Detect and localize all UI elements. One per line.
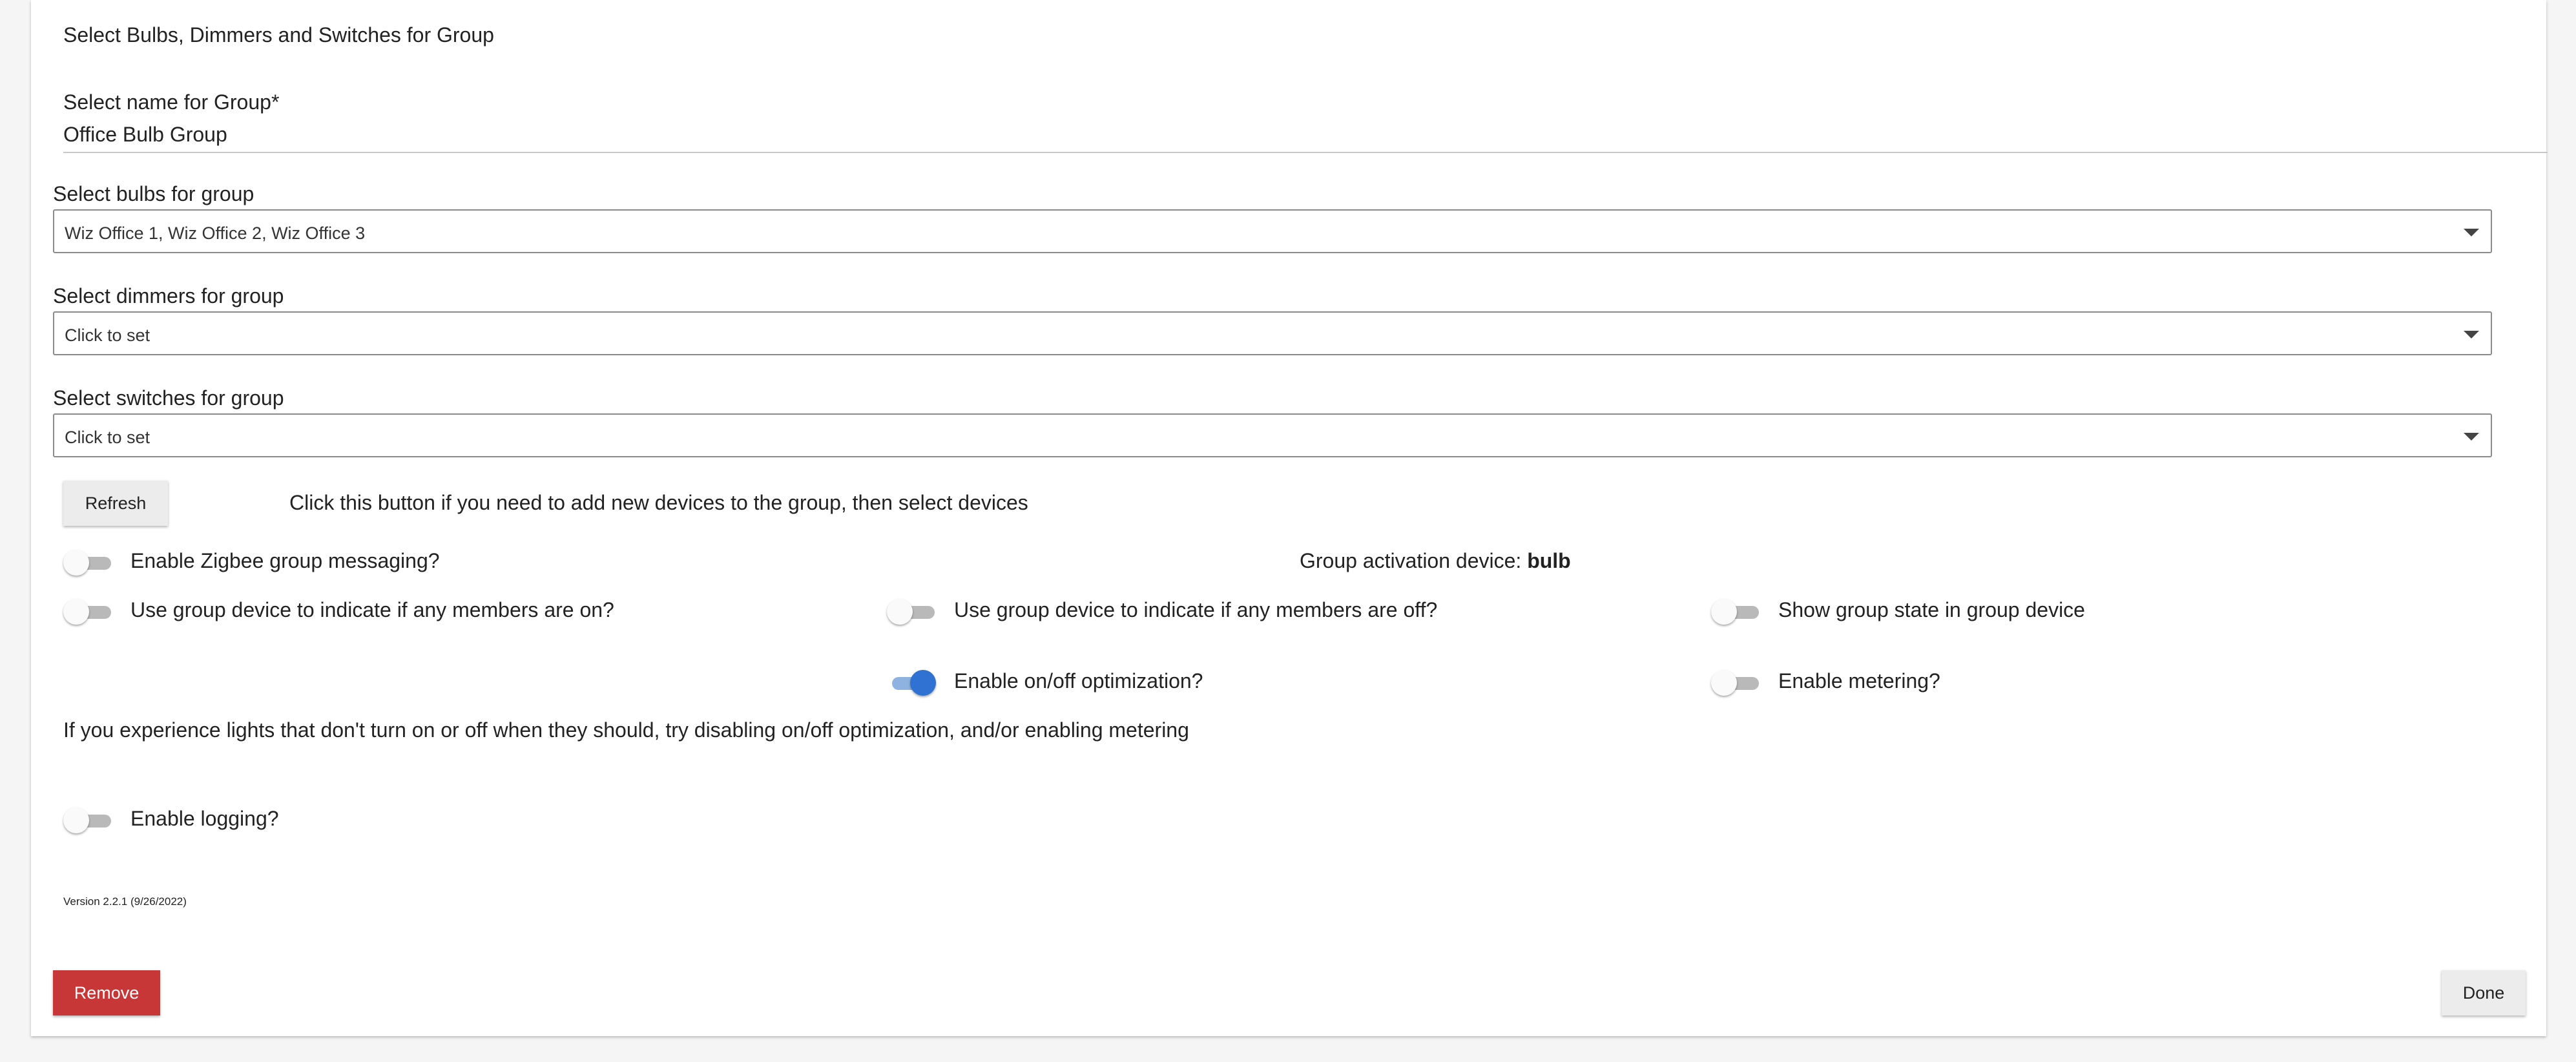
switches-select-value: Click to set (65, 428, 151, 447)
bulbs-select[interactable]: Wiz Office 1, Wiz Office 2, Wiz Office 3 (53, 209, 2492, 253)
bulbs-label: Select bulbs for group (53, 182, 254, 205)
metering-toggle[interactable] (1711, 670, 1759, 696)
optimization-note: If you experience lights that don't turn… (63, 718, 1189, 742)
optimization-label: Enable on/off optimization? (954, 669, 1203, 692)
dimmers-select-value: Click to set (65, 326, 151, 345)
any-off-toggle[interactable] (887, 599, 935, 625)
page-title: Select Bulbs, Dimmers and Switches for G… (63, 23, 494, 47)
done-button[interactable]: Done (2442, 970, 2526, 1015)
toggle-thumb (887, 599, 913, 625)
optimization-toggle[interactable] (887, 670, 936, 696)
any-off-label: Use group device to indicate if any memb… (954, 598, 1438, 621)
refresh-hint: Click this button if you need to add new… (289, 491, 1028, 514)
show-state-label: Show group state in group device (1778, 598, 2085, 621)
any-on-label: Use group device to indicate if any memb… (130, 598, 614, 621)
zigbee-toggle[interactable] (63, 550, 111, 576)
toggle-thumb (910, 670, 936, 696)
group-settings-card: Select Bulbs, Dimmers and Switches for G… (31, 0, 2548, 1036)
refresh-button[interactable]: Refresh (63, 481, 168, 526)
any-on-toggle[interactable] (63, 599, 111, 625)
logging-toggle[interactable] (63, 807, 111, 833)
show-state-toggle[interactable] (1711, 599, 1759, 625)
zigbee-label: Enable Zigbee group messaging? (130, 549, 440, 572)
toggle-thumb (63, 550, 89, 576)
toggle-thumb (1711, 599, 1737, 625)
chevron-down-icon (2464, 331, 2479, 338)
toggle-thumb (63, 599, 89, 625)
group-name-input[interactable]: Office Bulb Group (63, 123, 2548, 150)
toggle-thumb (1711, 670, 1737, 696)
activation-device-label: Group activation device: (1300, 549, 1522, 572)
switches-label: Select switches for group (53, 386, 284, 410)
switches-select[interactable]: Click to set (53, 413, 2492, 457)
group-name-underline (63, 152, 2548, 153)
group-name-label: Select name for Group* (63, 90, 280, 114)
activation-device: Group activation device: bulb (1300, 549, 1571, 573)
version-text: Version 2.2.1 (9/26/2022) (63, 895, 187, 908)
dimmers-select[interactable]: Click to set (53, 311, 2492, 355)
dimmers-label: Select dimmers for group (53, 284, 284, 307)
activation-device-value: bulb (1527, 549, 1571, 572)
metering-label: Enable metering? (1778, 669, 1940, 692)
logging-label: Enable logging? (130, 807, 279, 830)
toggle-thumb (63, 807, 89, 833)
chevron-down-icon (2464, 433, 2479, 441)
chevron-down-icon (2464, 229, 2479, 236)
bulbs-select-value: Wiz Office 1, Wiz Office 2, Wiz Office 3 (65, 224, 366, 243)
remove-button[interactable]: Remove (53, 970, 160, 1015)
